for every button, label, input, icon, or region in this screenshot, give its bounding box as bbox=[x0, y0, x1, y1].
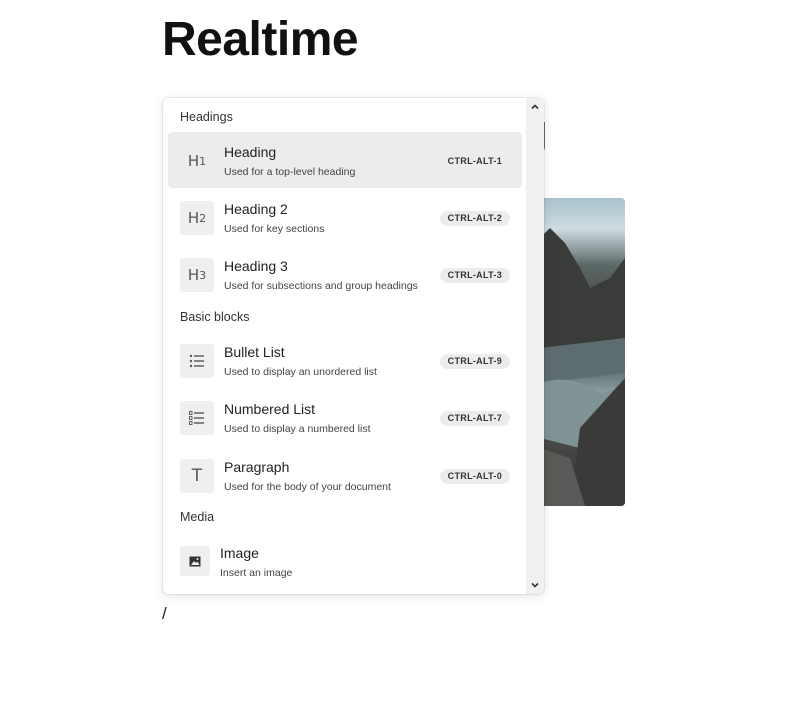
menu-item-title: Image bbox=[220, 545, 259, 561]
heading-2-icon: H2 bbox=[180, 201, 214, 235]
shortcut-badge: CTRL-ALT-9 bbox=[439, 354, 510, 369]
menu-item-description: Used to display an unordered list bbox=[224, 366, 377, 378]
paragraph-icon: T bbox=[180, 459, 214, 493]
heading-3-icon: H3 bbox=[180, 258, 214, 292]
group-label-headings: Headings bbox=[180, 110, 233, 124]
shortcut-badge: CTRL-ALT-2 bbox=[439, 211, 510, 226]
menu-item-numbered-list[interactable]: Numbered List Used to display a numbered… bbox=[168, 389, 522, 445]
menu-item-paragraph[interactable]: T Paragraph Used for the body of your do… bbox=[168, 447, 522, 503]
group-label-media: Media bbox=[180, 510, 215, 524]
menu-item-heading-3[interactable]: H3 Heading 3 Used for subsections and gr… bbox=[168, 246, 522, 302]
menu-item-title: Heading 3 bbox=[224, 258, 288, 274]
slash-command-menu: Headings H1 Heading Used for a top-level… bbox=[163, 98, 544, 594]
editor-cursor-line[interactable]: / bbox=[162, 604, 167, 624]
menu-item-description: Insert an image bbox=[220, 567, 293, 579]
numbered-list-icon bbox=[180, 401, 214, 435]
menu-item-description: Used for a top-level heading bbox=[224, 166, 356, 178]
scroll-down-icon[interactable] bbox=[530, 580, 540, 590]
heading-1-icon: H1 bbox=[187, 152, 207, 170]
bullet-list-icon bbox=[180, 344, 214, 378]
shortcut-badge: CTRL-ALT-1 bbox=[447, 156, 502, 166]
menu-item-description: Used to display a numbered list bbox=[224, 423, 371, 435]
menu-item-bullet-list[interactable]: Bullet List Used to display an unordered… bbox=[168, 332, 522, 388]
shortcut-badge: CTRL-ALT-3 bbox=[439, 268, 510, 283]
menu-item-description: Used for subsections and group headings bbox=[224, 280, 418, 292]
shortcut-badge: CTRL-ALT-0 bbox=[439, 469, 510, 484]
document-title[interactable]: Realtime bbox=[162, 12, 359, 67]
menu-item-title: Heading 2 bbox=[224, 201, 288, 217]
menu-item-title: Heading bbox=[224, 144, 277, 160]
menu-item-description: Used for key sections bbox=[224, 223, 325, 235]
document-image[interactable] bbox=[540, 198, 625, 506]
menu-item-heading-1[interactable]: H1 Heading Used for a top-level heading … bbox=[168, 132, 522, 188]
shortcut-badge: CTRL-ALT-7 bbox=[439, 411, 510, 426]
menu-item-heading-2[interactable]: H2 Heading 2 Used for key sections CTRL-… bbox=[168, 189, 522, 245]
image-icon bbox=[180, 546, 210, 576]
menu-item-image[interactable]: Image Insert an image bbox=[168, 533, 522, 589]
menu-item-title: Paragraph bbox=[224, 459, 290, 475]
menu-scrollbar[interactable] bbox=[526, 98, 544, 594]
menu-item-title: Bullet List bbox=[224, 344, 285, 360]
group-label-basic-blocks: Basic blocks bbox=[180, 310, 250, 324]
menu-item-description: Used for the body of your document bbox=[224, 481, 391, 493]
menu-item-title: Numbered List bbox=[224, 401, 316, 417]
scroll-up-icon[interactable] bbox=[530, 102, 540, 112]
